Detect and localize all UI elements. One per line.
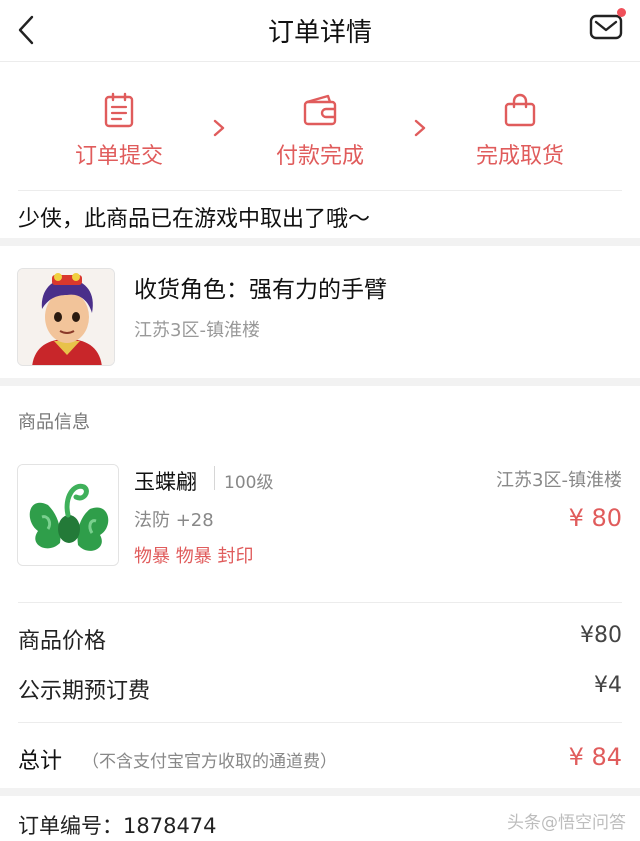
divider xyxy=(214,466,215,490)
receiver-server: 江苏3区-镇淮楼 xyxy=(134,320,260,341)
item-tags: 物暴 物暴 封印 xyxy=(134,546,254,567)
notification-dot xyxy=(617,8,626,17)
fee-value: ¥80 xyxy=(580,623,622,648)
step-order-submitted: 订单提交 xyxy=(54,92,184,170)
section-gap xyxy=(0,788,640,796)
step-label: 付款完成 xyxy=(275,144,364,169)
item-level: 100级 xyxy=(224,473,274,493)
total-value: ¥ 84 xyxy=(568,743,622,771)
top-bar: 订单详情 xyxy=(0,0,640,62)
fee-row-reservation: 公示期预订费 ¥4 xyxy=(18,673,622,705)
chevron-right-icon xyxy=(414,119,426,137)
item-image[interactable] xyxy=(17,464,119,566)
section-title: 商品信息 xyxy=(18,412,90,433)
order-number: 订单编号：1878474 xyxy=(18,814,217,838)
character-avatar xyxy=(17,268,115,366)
section-gap xyxy=(0,238,640,246)
order-number-row: 订单编号：1878474 头条@悟空问答 xyxy=(0,796,640,841)
bag-icon xyxy=(504,93,536,127)
total-note: （不含支付宝官方收取的通道费） xyxy=(82,752,337,772)
step-label: 订单提交 xyxy=(74,144,163,169)
fee-breakdown: 商品价格 ¥80 公示期预订费 ¥4 xyxy=(18,602,622,722)
step-payment-complete: 付款完成 xyxy=(255,92,385,170)
section-gap xyxy=(0,378,640,386)
order-progress: 订单提交 付款完成 完成取货 xyxy=(0,62,640,190)
fee-value: ¥4 xyxy=(594,673,622,698)
goods-section: 商品信息 玉蝶翩 100级 法防 +28 物暴 物暴 封印 江苏3区-镇淮楼 ¥… xyxy=(0,386,640,602)
item-name: 玉蝶翩 xyxy=(134,470,197,494)
fee-label: 公示期预订费 xyxy=(18,679,151,704)
step-pickup-complete: 完成取货 xyxy=(455,92,585,170)
item-price: ¥ 80 xyxy=(568,504,622,532)
item-server: 江苏3区-镇淮楼 xyxy=(496,470,622,491)
watermark: 头条@悟空问答 xyxy=(507,813,626,833)
receiver-card[interactable]: 收货角色：强有力的手臂 江苏3区-镇淮楼 xyxy=(0,246,640,378)
receiver-role-name: 收货角色：强有力的手臂 xyxy=(134,277,387,303)
total-row: 总计 （不含支付宝官方收取的通道费） ¥ 84 xyxy=(18,722,622,788)
document-icon xyxy=(104,92,134,128)
status-notice: 少侠，此商品已在游戏中取出了哦～ xyxy=(18,190,622,238)
fee-label: 商品价格 xyxy=(18,629,107,654)
total-label: 总计 xyxy=(18,749,63,774)
item-stat: 法防 +28 xyxy=(134,510,214,531)
wallet-icon xyxy=(303,94,337,126)
step-label: 完成取货 xyxy=(475,144,564,169)
fee-row-goods-price: 商品价格 ¥80 xyxy=(18,623,622,655)
page-title: 订单详情 xyxy=(267,18,372,48)
chevron-right-icon xyxy=(213,119,225,137)
